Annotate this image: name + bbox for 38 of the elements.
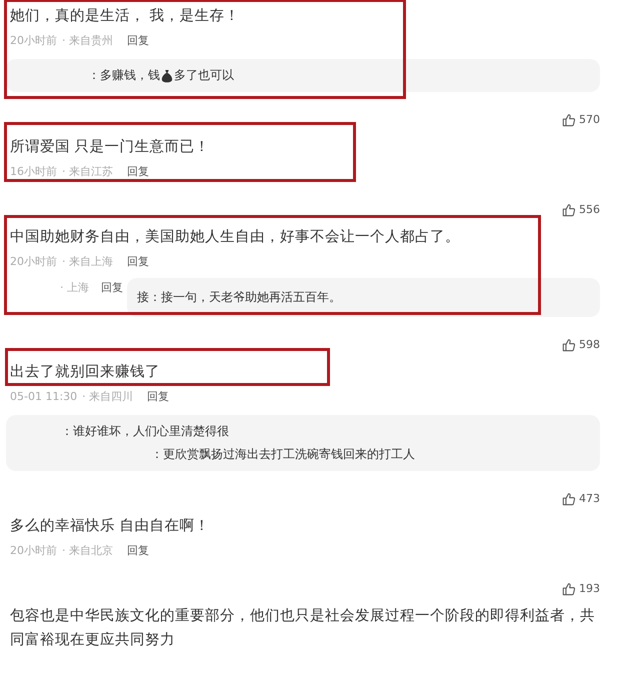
thumbs-up-icon	[562, 113, 576, 127]
like-count[interactable]: 570	[562, 111, 600, 129]
money-bag-icon	[161, 68, 173, 82]
comment-meta: 16小时前	[10, 164, 57, 180]
comment-meta: 05-01 11:30	[10, 389, 78, 405]
comment-meta: 20小时前	[10, 33, 57, 49]
reply-text: ：多赚钱，钱 多了也可以	[88, 67, 235, 84]
comment-location: · 来自北京	[62, 543, 113, 559]
comment-text: 出去了就别回来赚钱了	[10, 362, 161, 382]
reply-link[interactable]: 回复	[127, 541, 149, 561]
like-count[interactable]: 556	[562, 201, 600, 219]
reply-link[interactable]: 回复	[127, 162, 149, 182]
comment-location: · 来自贵州	[62, 33, 113, 49]
thumbs-up-icon	[562, 492, 576, 506]
reply-link[interactable]: 回复	[147, 387, 170, 407]
thumbs-up-icon	[562, 582, 576, 596]
comment-text: 她们，真的是生活， 我，是生存！	[10, 7, 241, 26]
comment-meta: 20小时前	[10, 543, 57, 559]
thumbs-up-icon	[562, 203, 576, 217]
like-count[interactable]: 598	[562, 336, 600, 354]
reply-link[interactable]: 回复	[127, 31, 149, 51]
thumbs-up-icon	[562, 338, 576, 352]
reply-link[interactable]: 回复	[127, 252, 149, 272]
comment-location: · 来自上海	[62, 254, 113, 270]
comment-text: 多么的幸福快乐 自由自在啊！	[10, 517, 211, 536]
comment-location: · 来自江苏	[62, 164, 113, 180]
like-count[interactable]: 473	[562, 490, 600, 508]
comment-location: · 来自四川	[82, 389, 134, 405]
reply-meta: · 上海	[60, 280, 89, 296]
comment-text: 包容也是中华民族文化的重要部分，他们也只是社会发展过程一个阶段的即得利益者，共同富裕现在更应共同努力	[10, 606, 596, 650]
reply-link[interactable]: 回复	[101, 278, 123, 298]
comment-text: 所谓爱国 只是一门生意而已！	[10, 138, 211, 157]
comment-text: 中国助她财务自由，美国助她人生自由，好事不会让一个人都占了。	[10, 228, 461, 247]
reply-text: ：谁好谁坏，人们心里清楚得很	[61, 423, 230, 440]
comment-meta: 20小时前	[10, 254, 57, 270]
reply-text: 接：接一句，天老爷助她再活五百年。	[137, 289, 342, 306]
reply-text: ：更欣赏飘扬过海出去打工洗碗寄钱回来的打工人	[151, 446, 416, 463]
like-count[interactable]: 193	[562, 580, 600, 598]
